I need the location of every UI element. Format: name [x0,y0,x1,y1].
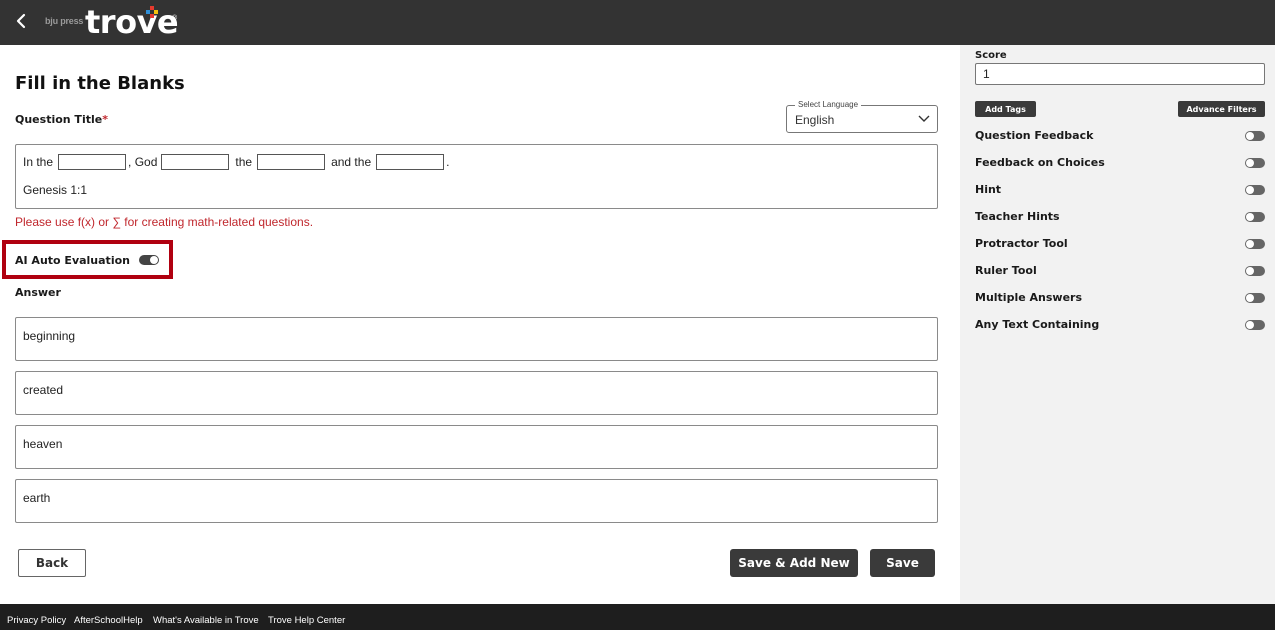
teacher-hints-toggle[interactable] [1245,212,1265,222]
save-and-add-new-button[interactable]: Save & Add New [730,549,858,577]
footer-link-whats-available[interactable]: What's Available in Trove [153,615,259,626]
ruler-tool-toggle[interactable] [1245,266,1265,276]
required-asterisk: * [102,113,108,126]
feedback-on-choices-toggle[interactable] [1245,158,1265,168]
toggle-knob [1246,321,1254,329]
save-button[interactable]: Save [870,549,935,577]
option-question-feedback: Question Feedback [975,127,1265,145]
answer-field-3[interactable]: heaven [15,425,938,469]
question-feedback-toggle[interactable] [1245,131,1265,141]
logo-bju-press: bju press [45,16,84,26]
answer-label: Answer [15,286,61,299]
footer-link-afterschoolhelp[interactable]: AfterSchoolHelp [74,615,143,626]
option-label: Teacher Hints [975,210,1060,223]
answer-field-1[interactable]: beginning [15,317,938,361]
question-editor: Fill in the Blanks Question Title* Selec… [0,45,960,604]
language-select[interactable]: Select Language English [786,100,938,133]
logo-trove-wordmark: trove [85,3,179,41]
toggle-knob [1246,267,1254,275]
question-reference: Genesis 1:1 [23,183,88,197]
option-label: Any Text Containing [975,318,1100,331]
blank-field-1[interactable] [58,154,127,170]
math-hint-text: Please use f(x) or ∑ for creating math-r… [15,215,314,229]
question-text-part: the [235,155,253,169]
option-teacher-hints: Teacher Hints [975,208,1265,226]
toggle-knob [1246,186,1254,194]
logo-registered-mark: ® [172,15,178,22]
answer-value: earth [23,491,51,505]
footer: Privacy Policy AfterSchoolHelp What's Av… [0,604,1275,630]
answer-value: beginning [23,329,76,343]
option-ruler-tool: Ruler Tool [975,262,1265,280]
option-multiple-answers: Multiple Answers [975,289,1265,307]
protractor-tool-toggle[interactable] [1245,239,1265,249]
chevron-down-icon [918,115,930,122]
footer-link-privacy-policy[interactable]: Privacy Policy [7,615,66,626]
multiple-answers-toggle[interactable] [1245,293,1265,303]
back-button[interactable]: Back [18,549,86,577]
ai-auto-evaluation-highlight: AI Auto Evaluation [2,240,173,279]
blank-field-4[interactable] [376,154,445,170]
answer-value: created [23,383,64,397]
language-select-value: English [795,113,835,127]
settings-sidebar: Score 1 Add Tags Advance Filters Questio… [960,45,1275,604]
toggle-knob [1246,159,1254,167]
toggle-knob [150,256,158,264]
any-text-containing-toggle[interactable] [1245,320,1265,330]
toggle-knob [1246,240,1254,248]
toggle-knob [1246,132,1254,140]
question-title-label-text: Question Title [15,113,103,126]
question-text-part: In the [23,155,54,169]
option-label: Ruler Tool [975,264,1037,277]
blank-field-3[interactable] [257,154,326,170]
answer-value: heaven [23,437,63,451]
add-tags-button[interactable]: Add Tags [975,101,1036,117]
score-label: Score [975,50,1007,61]
toggle-knob [1246,213,1254,221]
option-feedback-on-choices: Feedback on Choices [975,154,1265,172]
footer-link-help-center[interactable]: Trove Help Center [268,615,345,626]
hint-toggle[interactable] [1245,185,1265,195]
logo-dots-icon [146,6,158,18]
advance-filters-button[interactable]: Advance Filters [1178,101,1265,117]
score-input[interactable]: 1 [975,63,1265,85]
question-title-label: Question Title* [15,113,108,126]
answer-field-2[interactable]: created [15,371,938,415]
back-chevron-icon[interactable] [13,12,31,30]
option-label: Multiple Answers [975,291,1082,304]
toggle-knob [1246,294,1254,302]
question-text-part: and the [331,155,372,169]
option-label: Protractor Tool [975,237,1068,250]
language-select-legend: Select Language [795,100,862,109]
option-protractor-tool: Protractor Tool [975,235,1265,253]
question-sentence: In the , God the and the . [23,154,449,170]
ai-auto-evaluation-label: AI Auto Evaluation [15,254,130,267]
option-label: Hint [975,183,1002,196]
question-text-part: , God [128,155,158,169]
option-label: Feedback on Choices [975,156,1105,169]
question-text-editor[interactable]: In the , God the and the . Genesis 1:1 [15,144,938,209]
blank-field-2[interactable] [161,154,230,170]
page-title: Fill in the Blanks [15,73,185,94]
option-hint: Hint [975,181,1265,199]
top-bar: bju press trove ® [0,0,1275,45]
option-label: Question Feedback [975,129,1094,142]
answer-field-4[interactable]: earth [15,479,938,523]
ai-auto-evaluation-toggle[interactable] [139,255,159,265]
option-any-text-containing: Any Text Containing [975,316,1265,334]
question-text-part: . [446,155,450,169]
